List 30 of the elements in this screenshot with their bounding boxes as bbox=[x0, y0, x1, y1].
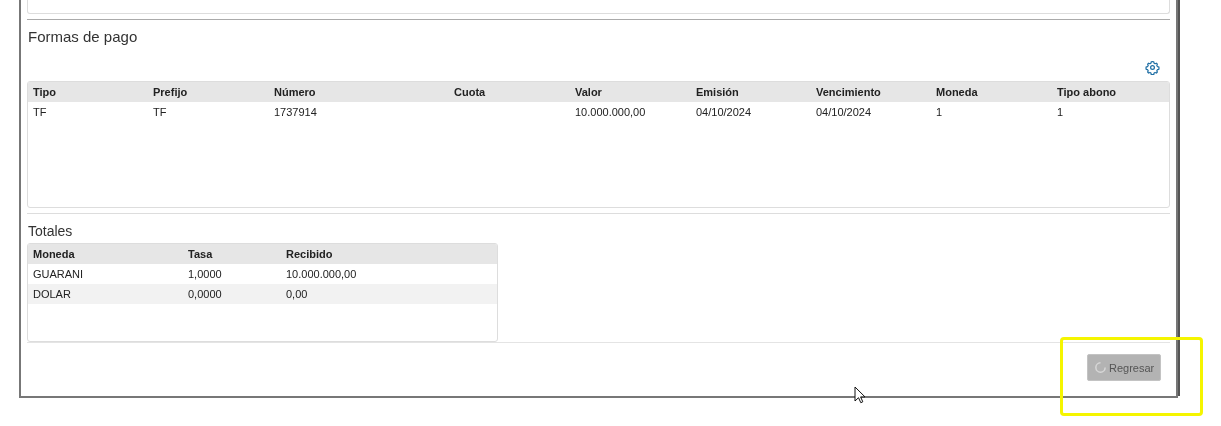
section-title: Formas de pago bbox=[28, 28, 139, 46]
settings-icon[interactable] bbox=[1145, 60, 1160, 75]
column-header: Emisión bbox=[695, 86, 740, 98]
column-header: Prefijo bbox=[152, 86, 189, 98]
column-header: Moneda bbox=[935, 86, 979, 98]
table-cell-text: 04/10/2024 bbox=[695, 106, 753, 118]
table-cell-text: TF bbox=[152, 106, 168, 118]
table-cell-text: TF bbox=[32, 106, 48, 118]
table-cell-text: 1737914 bbox=[273, 106, 318, 118]
table-cell-text: DOLAR bbox=[32, 288, 72, 300]
table-cell-text: 1 bbox=[1056, 106, 1065, 118]
column-header: Número bbox=[273, 86, 317, 98]
table-cell-text: GUARANI bbox=[32, 268, 85, 280]
table-cell-text: 0,0000 bbox=[187, 288, 223, 300]
column-header: Recibido bbox=[285, 248, 334, 260]
table-cell-text: 0,00 bbox=[285, 288, 309, 300]
table-cell-text: 1,0000 bbox=[187, 268, 223, 280]
table-cell-text: 10.000.000,00 bbox=[285, 268, 358, 280]
table-cell-text: 04/10/2024 bbox=[815, 106, 873, 118]
column-header: Tipo bbox=[32, 86, 57, 98]
column-header: Moneda bbox=[32, 248, 76, 260]
column-header: Cuota bbox=[453, 86, 487, 98]
table-cell-text: 10.000.000,00 bbox=[574, 106, 647, 118]
column-header: Tasa bbox=[187, 248, 214, 260]
column-header: Vencimiento bbox=[815, 86, 882, 98]
spinner-icon bbox=[1094, 361, 1107, 374]
column-header: Tipo abono bbox=[1056, 86, 1118, 98]
section-title: Totales bbox=[28, 222, 74, 240]
table-cell-text: 1 bbox=[935, 106, 944, 118]
column-header: Valor bbox=[574, 86, 603, 98]
